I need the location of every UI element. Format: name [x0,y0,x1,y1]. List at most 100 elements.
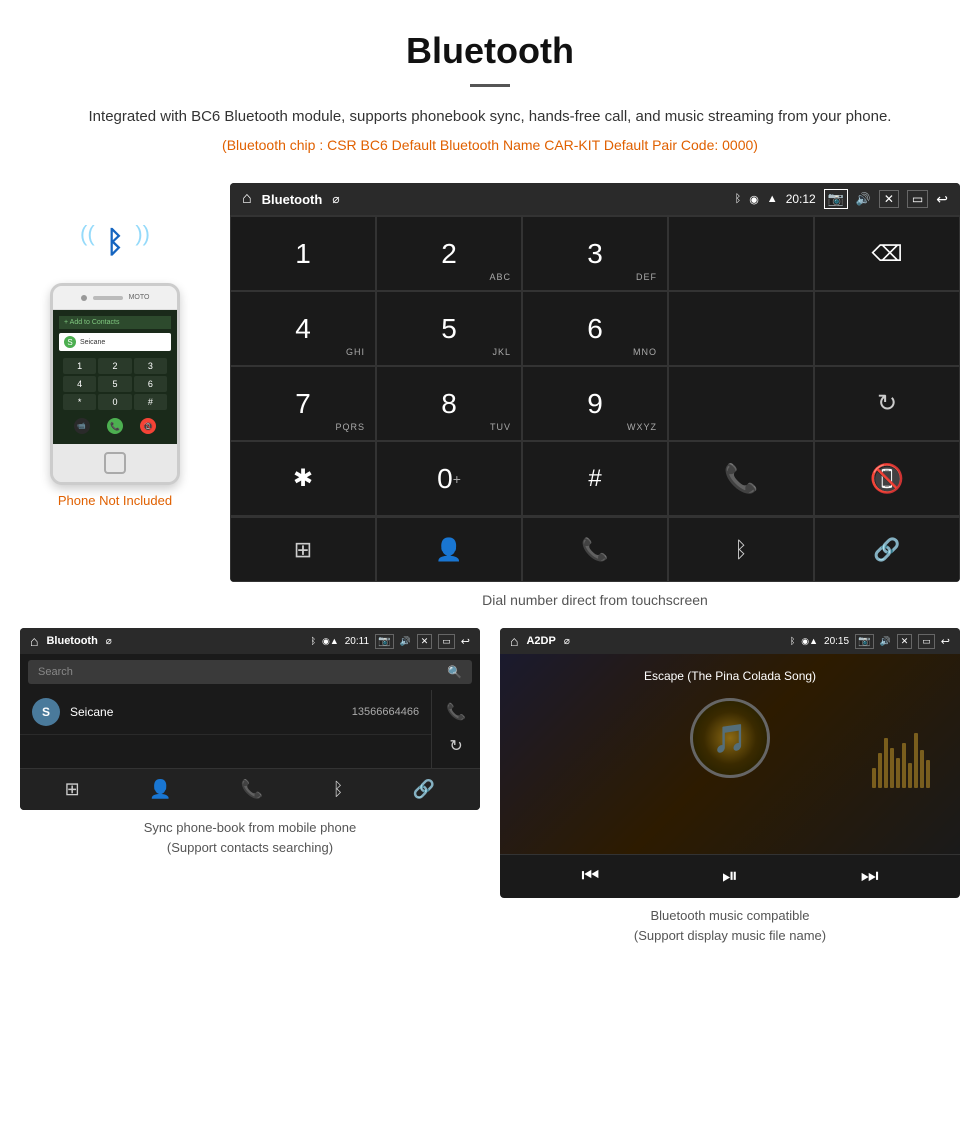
eq-bar-3 [884,738,888,788]
page-specs: (Bluetooth chip : CSR BC6 Default Blueto… [40,137,940,153]
dial-call-green[interactable]: 📞 [668,441,814,516]
music-screen: ⌂ A2DP ⌀ ᛒ ◉▲ 20:15 📷 🔊 ✕ ▭ ↩ Escape (Th… [500,628,960,898]
pb-tool-bt[interactable]: ᛒ [333,779,344,800]
music-controls: ⏮ ⏯ ⏭ [500,854,960,898]
phone-home-button[interactable] [104,452,126,474]
music-camera-icon[interactable]: 📷 [855,634,873,649]
music-back-icon[interactable]: ↩ [941,635,950,648]
phone-top-bar: MOTO [53,286,177,310]
pb-status-right: ᛒ ◉▲ 20:11 📷 🔊 ✕ ▭ ↩ [311,634,470,649]
toolbar-link[interactable]: 🔗 [814,517,960,582]
phone-key-4[interactable]: 4 [63,376,96,392]
music-caption-line2: (Support display music file name) [634,928,826,943]
headunit-dialpad-screen: ⌂ Bluetooth ⌀ ᛒ ◉ ▲ 20:12 📷 🔊 ✕ ▭ ↩ [230,183,960,628]
pb-tool-phone[interactable]: 📞 [241,779,263,800]
toolbar-contacts[interactable]: 👤 [376,517,522,582]
phone-key-2[interactable]: 2 [98,358,131,374]
pb-side-refresh-icon[interactable]: ↻ [449,736,462,756]
dial-key-star[interactable]: ✱ [230,441,376,516]
dial-key-hash[interactable]: # [522,441,668,516]
eq-bar-1 [872,768,876,788]
pb-tool-person[interactable]: 👤 [149,779,171,800]
music-prev-btn[interactable]: ⏮ [581,865,599,888]
add-contacts-label: + Add to Contacts [64,319,119,326]
hu-camera-icon[interactable]: 📷 [824,189,848,209]
pb-side-phone-icon[interactable]: 📞 [446,702,466,722]
toolbar-grid[interactable]: ⊞ [230,517,376,582]
hu-status-bar: ⌂ Bluetooth ⌀ ᛒ ◉ ▲ 20:12 📷 🔊 ✕ ▭ ↩ [230,183,960,215]
dial-key-4[interactable]: 4GHI [230,291,376,366]
dial-refresh[interactable]: ↻ [814,366,960,441]
title-divider [470,84,510,87]
pb-contact-row[interactable]: S Seicane 13566664466 [20,690,431,735]
dialpad-caption: Dial number direct from touchscreen [230,582,960,628]
music-equalizer [872,728,930,788]
pb-tool-link[interactable]: 🔗 [413,779,435,800]
phone-key-0[interactable]: 0 [98,394,131,410]
pb-camera-icon[interactable]: 📷 [375,634,393,649]
phone-key-hash[interactable]: # [134,394,167,410]
phone-screen: + Add to Contacts S Seicane 1 2 3 4 5 6 … [53,310,177,444]
phone-key-star[interactable]: * [63,394,96,410]
main-section: (( )) ᛒ MOTO + Add to Contacts S Seicane [0,183,980,628]
pb-search-icon[interactable]: 🔍 [447,665,462,679]
dial-key-3[interactable]: 3DEF [522,216,668,291]
eq-bar-5 [896,758,900,788]
toolbar-bluetooth[interactable]: ᛒ [668,517,814,582]
phonebook-caption-line2: (Support contacts searching) [167,840,333,855]
dial-key-6[interactable]: 6MNO [522,291,668,366]
dial-call-red[interactable]: 📵 [814,441,960,516]
phone-end-btn[interactable]: 📵 [140,418,156,434]
dial-key-7[interactable]: 7PQRS [230,366,376,441]
hu-location-icon: ◉ [749,193,759,206]
eq-bar-2 [878,753,882,788]
phone-key-6[interactable]: 6 [134,376,167,392]
hu-title: Bluetooth [262,192,323,207]
contact-name: Seicane [80,339,105,346]
hu-screen-icon[interactable]: ▭ [907,190,928,208]
pb-back-icon[interactable]: ↩ [461,635,470,648]
dial-sub-2: ABC [489,272,511,282]
dial-key-0[interactable]: 0+ [376,441,522,516]
hu-volume-icon[interactable]: 🔊 [856,192,871,206]
hu-home-icon[interactable]: ⌂ [242,190,252,208]
music-screen-icon[interactable]: ▭ [918,634,935,649]
dial-key-5[interactable]: 5JKL [376,291,522,366]
pb-home-icon[interactable]: ⌂ [30,633,38,649]
pb-status-bar: ⌂ Bluetooth ⌀ ᛒ ◉▲ 20:11 📷 🔊 ✕ ▭ ↩ [20,628,480,654]
phone-call-btn[interactable]: 📞 [107,418,123,434]
phone-not-included-label: Phone Not Included [58,493,172,508]
phone-key-5[interactable]: 5 [98,376,131,392]
music-home-icon[interactable]: ⌂ [510,633,518,649]
hu-close-icon[interactable]: ✕ [879,190,899,208]
phone-key-1[interactable]: 1 [63,358,96,374]
pb-time: 20:11 [345,636,369,647]
pb-close-icon[interactable]: ✕ [417,634,433,649]
toolbar-phone[interactable]: 📞 [522,517,668,582]
music-next-btn[interactable]: ⏭ [861,865,879,888]
music-playpause-btn[interactable]: ⏯ [722,865,738,888]
eq-bar-9 [920,750,924,788]
dial-key-1[interactable]: 1 [230,216,376,291]
dial-key-9[interactable]: 9WXYZ [522,366,668,441]
hu-time: 20:12 [786,192,816,206]
phone-key-3[interactable]: 3 [134,358,167,374]
phone-video-btn[interactable]: 📹 [74,418,90,434]
dial-key-2[interactable]: 2ABC [376,216,522,291]
pb-content-area: S Seicane 13566664466 📞 ↻ [20,690,480,768]
hu-right-icons: ᛒ ◉ ▲ 20:12 📷 🔊 ✕ ▭ ↩ [735,189,948,209]
music-body: Escape (The Pina Colada Song) 🎵 [500,654,960,854]
music-title: A2DP [526,635,555,647]
pb-vol-icon[interactable]: 🔊 [400,636,411,647]
pb-tool-grid[interactable]: ⊞ [65,779,80,800]
dial-backspace[interactable]: ⌫ [814,216,960,291]
music-item: ⌂ A2DP ⌀ ᛒ ◉▲ 20:15 📷 🔊 ✕ ▭ ↩ Escape (Th… [500,628,960,945]
hu-back-icon[interactable]: ↩ [936,191,948,208]
dialpad-toolbar: ⊞ 👤 📞 ᛒ 🔗 [230,516,960,582]
dial-sub-6: MNO [633,347,657,357]
music-close-icon[interactable]: ✕ [897,634,913,649]
pb-screen-icon[interactable]: ▭ [438,634,455,649]
music-bt-icon: ᛒ [790,636,795,646]
dial-key-8[interactable]: 8TUV [376,366,522,441]
music-vol-icon[interactable]: 🔊 [880,636,891,647]
